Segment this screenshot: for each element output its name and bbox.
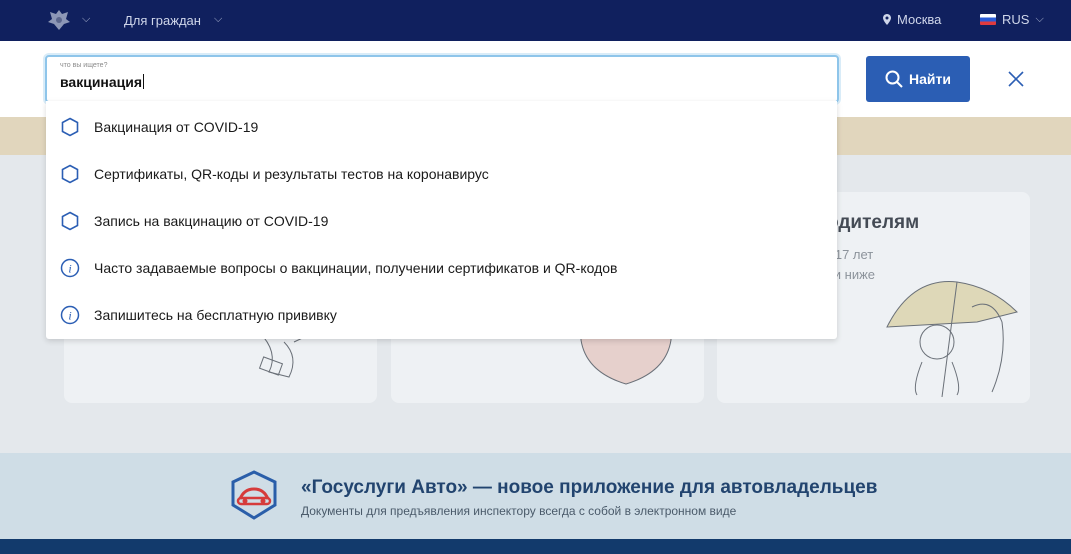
card-title: одителям — [827, 212, 920, 233]
info-icon: i — [60, 258, 80, 278]
suggestion-item[interactable]: i Часто задаваемые вопросы о вакцинации,… — [46, 245, 837, 291]
promo-subtitle: Документы для предъявления инспектору вс… — [301, 504, 737, 518]
coat-of-arms-icon[interactable] — [46, 8, 72, 32]
info-icon: i — [60, 305, 80, 325]
chevron-down-icon: ⌵ — [1035, 13, 1044, 25]
svg-text:i: i — [68, 262, 71, 276]
search-icon — [885, 70, 903, 88]
text-caret — [143, 74, 145, 89]
search-query-text[interactable]: вакцинация — [60, 74, 145, 90]
chevron-down-icon[interactable]: ⌵ — [82, 13, 90, 26]
suggestion-label: Запись на вакцинацию от COVID-19 — [94, 213, 329, 229]
promo-title: «Госуслуги Авто» — новое приложение для … — [301, 477, 878, 498]
search-query-value: вакцинация — [60, 74, 143, 90]
location-pin-icon — [883, 14, 891, 25]
suggestion-item[interactable]: Вакцинация от COVID-19 — [46, 104, 837, 150]
shield-illustration — [580, 332, 672, 385]
hexagon-icon — [61, 211, 79, 231]
find-button[interactable]: Найти — [866, 56, 970, 102]
gosuslugi-auto-promo[interactable]: «Госуслуги Авто» — новое приложение для … — [0, 453, 1071, 539]
search-suggestions-dropdown: Вакцинация от COVID-19 Сертификаты, QR-к… — [46, 101, 837, 339]
suggestion-label: Часто задаваемые вопросы о вакцинации, п… — [94, 260, 618, 276]
for-citizens-menu[interactable]: Для граждан — [124, 13, 201, 28]
city-selector[interactable]: Москва — [883, 12, 941, 27]
suggestion-label: Вакцинация от COVID-19 — [94, 119, 259, 135]
suggestion-label: Сертификаты, QR-коды и результаты тестов… — [94, 166, 489, 182]
top-navigation-bar: ⌵ Для граждан ⌵ Москва RUS ⌵ — [0, 0, 1071, 41]
suggestion-item[interactable]: Запись на вакцинацию от COVID-19 — [46, 198, 837, 244]
suggestion-item[interactable]: Сертификаты, QR-коды и результаты тестов… — [46, 151, 837, 197]
city-label: Москва — [897, 12, 942, 27]
hexagon-icon — [61, 164, 79, 184]
language-label: RUS — [1002, 12, 1030, 27]
footer-bar — [0, 539, 1071, 554]
hexagon-icon — [61, 117, 79, 137]
umbrella-family-illustration — [886, 281, 1018, 397]
find-button-label: Найти — [909, 71, 951, 87]
suggestion-label: Запишитесь на бесплатную прививку — [94, 307, 337, 323]
svg-text:i: i — [68, 309, 71, 323]
search-input[interactable]: что вы ищете? вакцинация — [45, 55, 839, 103]
chevron-down-icon[interactable]: ⌵ — [214, 13, 222, 26]
suggestion-item[interactable]: i Запишитесь на бесплатную прививку — [46, 292, 837, 338]
close-icon[interactable] — [1005, 68, 1027, 90]
language-selector[interactable]: RUS ⌵ — [980, 12, 1044, 27]
russian-flag-icon — [980, 14, 996, 25]
search-hint-label: что вы ищете? — [60, 62, 108, 69]
gosuslugi-auto-logo-icon — [231, 470, 277, 520]
